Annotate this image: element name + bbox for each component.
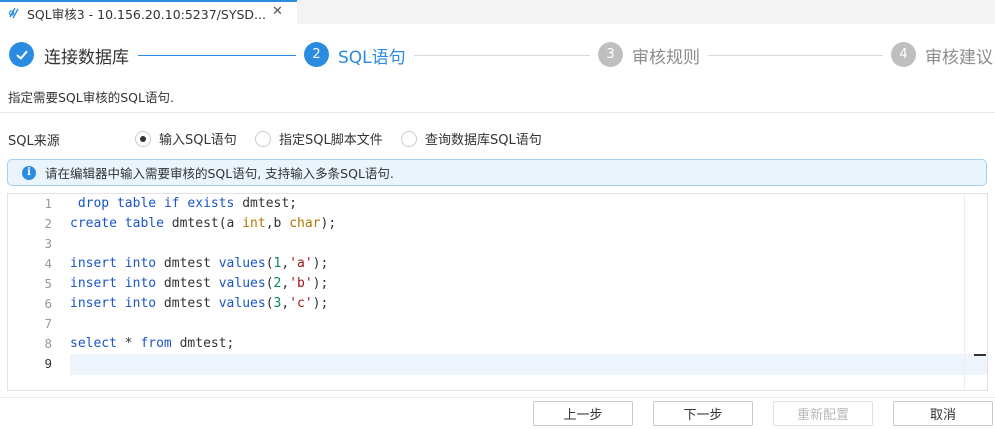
line-number: 1 — [44, 196, 52, 211]
code-line: create table dmtest(a int,b char); — [70, 216, 337, 231]
step-4-number: 4 — [891, 42, 916, 67]
sql-audit-icon — [7, 6, 21, 20]
radio-label: 查询数据库SQL语句 — [425, 133, 542, 148]
close-icon[interactable]: ✕ — [272, 4, 283, 19]
page-description: 指定需要SQL审核的SQL语句. — [8, 90, 174, 105]
code-line: drop table if exists dmtest; — [77, 196, 298, 211]
line-number: 2 — [44, 216, 52, 231]
code-line: insert into dmtest values(3,'c'); — [70, 296, 329, 311]
step-1-check-icon — [9, 42, 34, 67]
step-3-number: 3 — [598, 42, 623, 67]
radio-circle — [135, 130, 151, 147]
footer-divider — [0, 397, 995, 398]
radio-circle — [401, 130, 417, 147]
line-number: 9 — [44, 356, 52, 371]
info-icon: i — [22, 165, 36, 180]
radio-selected-dot — [140, 135, 146, 142]
radio-label: 指定SQL脚本文件 — [279, 133, 383, 148]
step-connector-3 — [708, 55, 883, 56]
sql-source-label: SQL来源 — [8, 134, 60, 149]
radio-label: 输入SQL语句 — [159, 133, 237, 148]
editor-scrollbar[interactable] — [964, 194, 987, 390]
prev-button[interactable]: 上一步 — [533, 401, 633, 426]
radio-sql-script-file[interactable]: 指定SQL脚本文件 — [255, 129, 383, 148]
line-number: 7 — [44, 316, 52, 331]
step-2-label: SQL语句 — [338, 48, 406, 68]
reconfigure-button[interactable]: 重新配置 — [773, 401, 873, 426]
step-4-label: 审核建议 — [925, 48, 993, 68]
line-number: 3 — [44, 236, 52, 251]
tab-title: SQL审核3 - 10.156.20.10:5237/SYSD... — [27, 6, 266, 22]
code-area[interactable]: drop table if exists dmtest; create tabl… — [70, 194, 965, 390]
line-number: 6 — [44, 296, 52, 311]
tab-bar: SQL审核3 - 10.156.20.10:5237/SYSD... ✕ — [0, 0, 995, 24]
step-connector-2 — [414, 55, 590, 56]
editor-tab[interactable]: SQL审核3 - 10.156.20.10:5237/SYSD... ✕ — [0, 0, 297, 24]
cursor-position-marker — [974, 354, 986, 356]
line-number-gutter: 1 2 3 4 5 6 7 8 9 — [8, 194, 68, 390]
radio-circle — [255, 130, 271, 147]
code-line: insert into dmtest values(2,'b'); — [70, 276, 329, 291]
line-number: 4 — [44, 256, 52, 271]
step-connector-1 — [138, 55, 296, 56]
radio-query-db-sql[interactable]: 查询数据库SQL语句 — [401, 129, 542, 148]
line-number: 5 — [44, 276, 52, 291]
info-text: 请在编辑器中输入需要审核的SQL语句, 支持输入多条SQL语句. — [45, 166, 394, 181]
radio-input-sql[interactable]: 输入SQL语句 — [135, 129, 237, 148]
next-button[interactable]: 下一步 — [653, 401, 753, 426]
cancel-button[interactable]: 取消 — [893, 401, 993, 426]
step-2-number: 2 — [304, 42, 329, 67]
step-3-label: 审核规则 — [632, 48, 700, 68]
info-banner: i 请在编辑器中输入需要审核的SQL语句, 支持输入多条SQL语句. — [7, 159, 987, 186]
code-line: select * from dmtest; — [70, 336, 235, 351]
line-number: 8 — [44, 336, 52, 351]
sql-editor[interactable]: 1 2 3 4 5 6 7 8 9 drop table if exists d… — [7, 193, 988, 391]
code-line: insert into dmtest values(1,'a'); — [70, 256, 329, 271]
divider — [0, 112, 995, 113]
step-1-label: 连接数据库 — [44, 48, 129, 68]
